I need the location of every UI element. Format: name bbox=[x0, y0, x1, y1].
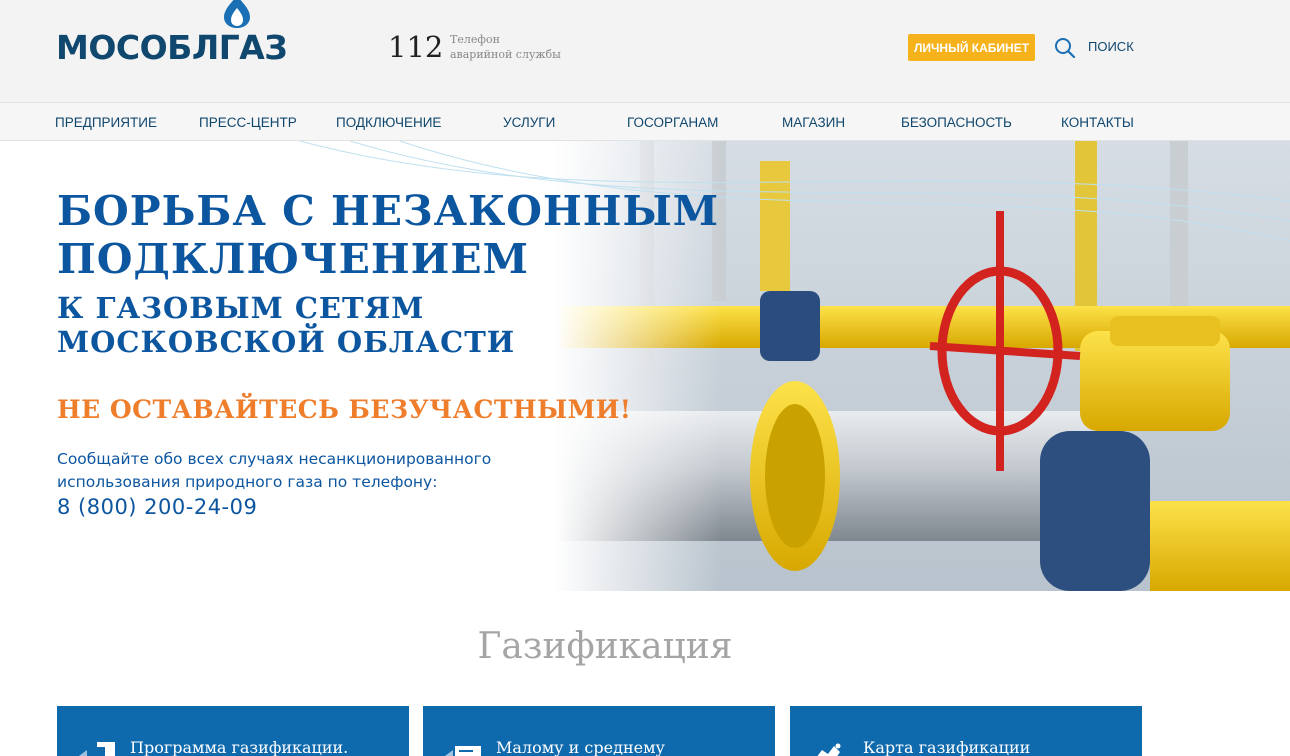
hero-call-to-action: НЕ ОСТАВАЙТЕСЬ БЕЗУЧАСТНЫМИ! bbox=[57, 395, 632, 424]
section-title: Газификация bbox=[477, 626, 733, 667]
logo[interactable]: МОСОБЛГАЗ bbox=[56, 0, 288, 67]
nav-item-services[interactable]: УСЛУГИ bbox=[503, 115, 555, 130]
card-small-medium-business[interactable]: Малому и среднему bbox=[423, 706, 775, 756]
nav-item-government[interactable]: ГОСОРГАНАМ bbox=[627, 115, 718, 130]
search-icon[interactable] bbox=[1054, 37, 1076, 59]
hero-subtitle-line2: МОСКОВСКОЙ ОБЛАСТИ bbox=[57, 325, 516, 359]
hero-title: БОРЬБА С НЕЗАКОННЫМ ПОДКЛЮЧЕНИЕМ bbox=[57, 187, 719, 283]
nav-item-contacts[interactable]: КОНТАКТЫ bbox=[1061, 115, 1134, 130]
hero-subtitle: К ГАЗОВЫМ СЕТЯМ МОСКОВСКОЙ ОБЛАСТИ bbox=[57, 291, 515, 359]
emergency-number[interactable]: 112 bbox=[388, 30, 443, 64]
emergency-desc-line2: аварийной службы bbox=[450, 48, 561, 61]
nav-item-enterprise[interactable]: ПРЕДПРИЯТИЕ bbox=[55, 115, 157, 130]
card-gasification-map[interactable]: Карта газификации bbox=[790, 706, 1142, 756]
program-icon bbox=[79, 742, 115, 756]
site-header: МОСОБЛГАЗ 112 Телефон аварийной службы Л… bbox=[0, 0, 1290, 102]
hero-text-line1: Сообщайте обо всех случаях несанкциониро… bbox=[57, 450, 492, 468]
card-label: Карта газификации bbox=[863, 738, 1031, 756]
hero-banner[interactable]: БОРЬБА С НЕЗАКОННЫМ ПОДКЛЮЧЕНИЕМ К ГАЗОВ… bbox=[0, 141, 1290, 591]
hero-description: Сообщайте обо всех случаях несанкциониро… bbox=[57, 448, 527, 494]
hero-title-line1: БОРЬБА С НЕЗАКОННЫМ bbox=[57, 187, 720, 235]
search-link[interactable]: ПОИСК bbox=[1088, 39, 1134, 54]
document-icon bbox=[445, 746, 481, 756]
card-label: Малому и среднему bbox=[496, 738, 665, 756]
nav-item-press-center[interactable]: ПРЕСС-ЦЕНТР bbox=[199, 115, 297, 130]
card-gasification-program[interactable]: Программа газификации. bbox=[57, 706, 409, 756]
flame-icon bbox=[224, 0, 250, 28]
hero-text-line2: использования природного газа по телефон… bbox=[57, 473, 438, 491]
nav-item-connection[interactable]: ПОДКЛЮЧЕНИЕ bbox=[336, 115, 441, 130]
main-nav: ПРЕДПРИЯТИЕ ПРЕСС-ЦЕНТР ПОДКЛЮЧЕНИЕ УСЛУ… bbox=[0, 102, 1290, 141]
nav-item-safety[interactable]: БЕЗОПАСНОСТЬ bbox=[901, 115, 1012, 130]
hero-subtitle-line1: К ГАЗОВЫМ СЕТЯМ bbox=[57, 291, 425, 325]
emergency-desc-line1: Телефон bbox=[450, 33, 500, 46]
nav-item-shop[interactable]: МАГАЗИН bbox=[782, 115, 845, 130]
emergency-description: Телефон аварийной службы bbox=[450, 32, 561, 62]
map-icon bbox=[817, 743, 841, 756]
hero-title-line2: ПОДКЛЮЧЕНИЕМ bbox=[57, 235, 530, 283]
personal-cabinet-button[interactable]: ЛИЧНЫЙ КАБИНЕТ bbox=[908, 34, 1035, 61]
hero-phone-number[interactable]: 8 (800) 200-24-09 bbox=[57, 495, 257, 519]
logo-text: МОСОБЛГАЗ bbox=[56, 28, 288, 67]
card-label: Программа газификации. bbox=[130, 738, 349, 756]
